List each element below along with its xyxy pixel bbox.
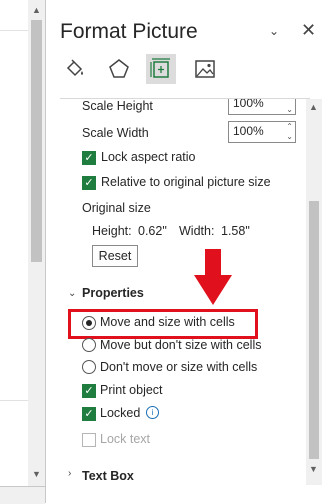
print-object-label: Print object [100, 383, 163, 397]
annotation-arrow [194, 249, 232, 305]
spin-up-icon[interactable]: ⌃ [286, 122, 293, 131]
pane-scrollbar-thumb[interactable] [309, 201, 319, 459]
properties-heading[interactable]: Properties [82, 286, 144, 300]
spin-down-icon[interactable]: ⌄ [286, 132, 293, 141]
relative-checkbox[interactable]: ✓ [82, 176, 96, 190]
scale-height-input[interactable]: 100% ⌄ [228, 99, 296, 115]
scrollbar-thumb[interactable] [31, 20, 42, 262]
original-width-label: Width: [179, 224, 215, 238]
scroll-down-icon[interactable]: ▼ [29, 466, 44, 482]
pane-content: Scale Height 100% ⌄ Scale Width 100% ⌃ ⌄… [46, 99, 306, 503]
option-move-and-size-label: Move and size with cells [100, 315, 235, 329]
scroll-up-icon[interactable]: ▲ [29, 2, 44, 18]
worksheet-hscrollbar[interactable] [0, 486, 45, 504]
radio-move-and-size[interactable] [82, 316, 96, 330]
scale-height-label: Scale Height [82, 99, 153, 113]
chevron-right-icon[interactable]: › [68, 468, 71, 479]
scale-width-value: 100% [233, 124, 264, 138]
picture-icon[interactable] [190, 54, 220, 84]
size-properties-icon[interactable] [146, 54, 176, 84]
lock-text-label: Lock text [100, 432, 151, 446]
scale-width-label: Scale Width [82, 126, 149, 140]
radio-dont-move[interactable] [82, 360, 96, 374]
relative-label: Relative to original picture size [101, 175, 271, 189]
close-icon[interactable]: ✕ [301, 20, 316, 41]
lock-aspect-label: Lock aspect ratio [101, 150, 196, 164]
scale-width-input[interactable]: 100% ⌃ ⌄ [228, 121, 296, 143]
format-picture-pane: Format Picture ⌄ ✕ Scale Height 100% ⌄ S… [46, 0, 323, 503]
locked-checkbox[interactable]: ✓ [82, 407, 96, 421]
worksheet-scrollbar[interactable]: ▲ ▼ [28, 0, 46, 503]
textbox-heading[interactable]: Text Box [82, 469, 134, 483]
chevron-down-icon[interactable]: ⌄ [269, 24, 279, 38]
print-object-checkbox[interactable]: ✓ [82, 384, 96, 398]
pane-scrollbar[interactable]: ▲ ▼ [306, 99, 322, 485]
spin-down-icon[interactable]: ⌄ [286, 105, 293, 114]
pane-title: Format Picture [60, 20, 198, 43]
chevron-down-icon[interactable]: ⌄ [68, 288, 76, 299]
radio-move-no-size[interactable] [82, 338, 96, 352]
grid-line [0, 30, 28, 31]
original-size-label: Original size [82, 201, 151, 215]
lock-text-checkbox [82, 433, 96, 447]
original-width-value: 1.58" [221, 224, 250, 238]
locked-label: Locked [100, 406, 141, 420]
original-height-value: 0.62" [138, 224, 167, 238]
reset-button[interactable]: Reset [92, 245, 138, 267]
lock-aspect-checkbox[interactable]: ✓ [82, 151, 96, 165]
worksheet-area[interactable] [0, 0, 29, 503]
original-height-label: Height: [92, 224, 132, 238]
pentagon-icon[interactable] [104, 54, 134, 84]
option-dont-move-label: Don't move or size with cells [100, 360, 258, 374]
scroll-up-icon[interactable]: ▲ [306, 99, 321, 115]
scroll-down-icon[interactable]: ▼ [306, 461, 321, 477]
info-icon[interactable]: i [146, 406, 159, 419]
paint-bucket-icon[interactable] [60, 54, 90, 84]
grid-line [0, 400, 28, 401]
option-move-no-size-label: Move but don't size with cells [100, 338, 262, 352]
scale-height-value: 100% [233, 99, 264, 110]
